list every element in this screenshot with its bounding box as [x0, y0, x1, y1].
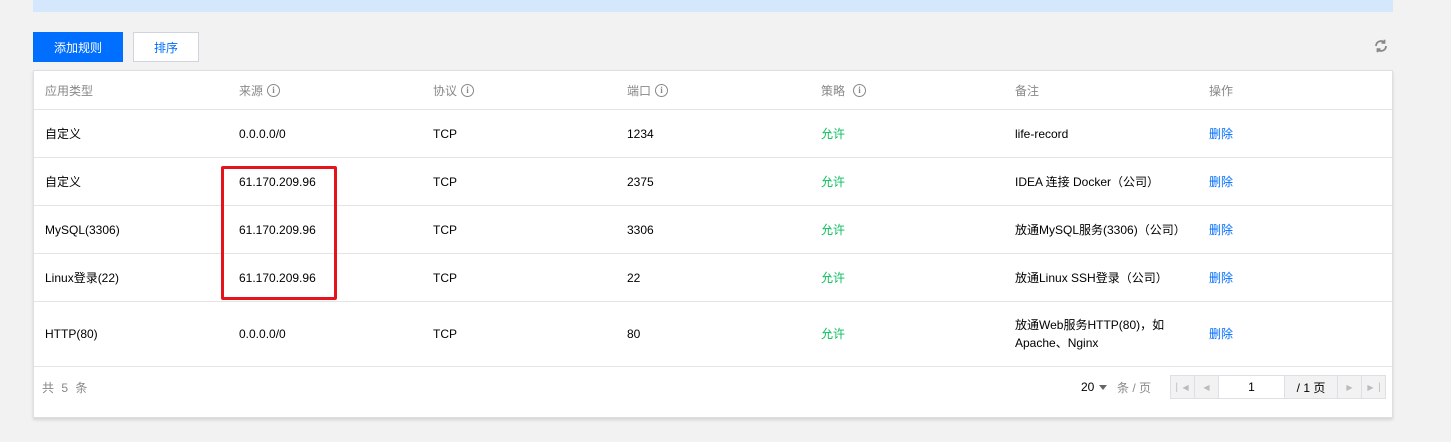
- total-pages: / 1 页: [1285, 376, 1337, 398]
- header-source: 来源 i: [239, 71, 281, 110]
- page-size-value: 20: [1081, 380, 1095, 394]
- cell-source: 61.170.209.96: [239, 270, 316, 285]
- refresh-icon[interactable]: [1373, 38, 1389, 54]
- table-row: 自定义 0.0.0.0/0 TCP 1234 允许 life-record 删除: [34, 110, 1392, 158]
- cell-protocol: TCP: [433, 270, 457, 285]
- table-row: HTTP(80) 0.0.0.0/0 TCP 80 允许 放通Web服务HTTP…: [34, 302, 1392, 367]
- cell-port: 80: [627, 327, 641, 341]
- cell-note: life-record: [1015, 126, 1069, 141]
- sort-button[interactable]: 排序: [133, 32, 199, 62]
- add-rule-button[interactable]: 添加规则: [33, 32, 123, 62]
- header-protocol: 协议 i: [433, 71, 475, 110]
- rules-table-panel: 应用类型 来源 i 协议 i 端口 i 策略 i 备注 操作 自定义 0.0.0.0/0…: [33, 70, 1393, 418]
- cell-app-type: MySQL(3306): [45, 222, 120, 237]
- info-icon[interactable]: i: [267, 84, 281, 97]
- delete-link[interactable]: 删除: [1209, 206, 1233, 253]
- cell-app-type: 自定义: [45, 126, 82, 141]
- delete-link[interactable]: 删除: [1209, 110, 1233, 157]
- cell-note: 放通Web服务HTTP(80)，如Apache、Nginx: [1015, 318, 1165, 350]
- cell-protocol: TCP: [433, 327, 457, 341]
- cell-protocol: TCP: [433, 174, 457, 189]
- table-row: 自定义 61.170.209.96 TCP 2375 允许 IDEA 连接 Do…: [34, 158, 1392, 206]
- per-page-label: 条 / 页: [1117, 380, 1152, 395]
- header-action: 操作: [1209, 84, 1234, 98]
- info-banner: [33, 0, 1393, 12]
- page-number-input[interactable]: [1219, 376, 1285, 398]
- cell-note: IDEA 连接 Docker（公司）: [1015, 174, 1160, 189]
- cell-protocol: TCP: [433, 222, 457, 237]
- table-row: MySQL(3306) 61.170.209.96 TCP 3306 允许 放通…: [34, 206, 1392, 254]
- cell-source: 61.170.209.96: [239, 222, 316, 237]
- table-header: 应用类型 来源 i 协议 i 端口 i 策略 i 备注 操作: [34, 71, 1392, 110]
- page-size-select[interactable]: 20: [1081, 367, 1108, 407]
- info-icon[interactable]: i: [655, 84, 669, 97]
- pagination: ▏◀ ◀ / 1 页 ▶ ▶▕: [1170, 375, 1386, 399]
- cell-policy: 允许: [821, 270, 846, 285]
- cell-port: 1234: [627, 126, 654, 141]
- header-note: 备注: [1015, 84, 1040, 98]
- table-footer: 共 5 条 20 条 / 页 ▏◀ ◀ / 1 页 ▶ ▶▕: [34, 367, 1392, 417]
- total-count: 共 5 条: [42, 380, 90, 395]
- cell-note: 放通MySQL服务(3306)（公司）: [1015, 222, 1186, 237]
- last-page-icon[interactable]: ▶▕: [1361, 376, 1385, 398]
- cell-policy: 允许: [821, 126, 846, 141]
- header-app-type: 应用类型: [45, 84, 94, 98]
- prev-page-icon[interactable]: ◀: [1195, 376, 1219, 398]
- cell-app-type: 自定义: [45, 174, 82, 189]
- cell-source: 61.170.209.96: [239, 174, 316, 189]
- cell-app-type: Linux登录(22): [45, 270, 120, 285]
- cell-source: 0.0.0.0/0: [239, 327, 286, 341]
- info-icon[interactable]: i: [461, 84, 475, 97]
- info-icon[interactable]: i: [853, 84, 867, 97]
- header-policy: 策略 i: [821, 71, 867, 110]
- header-port: 端口 i: [627, 71, 669, 110]
- cell-port: 22: [627, 270, 641, 285]
- chevron-down-icon: [1099, 384, 1108, 390]
- cell-source: 0.0.0.0/0: [239, 126, 286, 141]
- first-page-icon[interactable]: ▏◀: [1171, 376, 1195, 398]
- delete-link[interactable]: 删除: [1209, 254, 1233, 301]
- cell-policy: 允许: [821, 222, 846, 237]
- table-row: Linux登录(22) 61.170.209.96 TCP 22 允许 放通Li…: [34, 254, 1392, 302]
- cell-app-type: HTTP(80): [45, 327, 98, 341]
- cell-policy: 允许: [821, 174, 846, 189]
- cell-protocol: TCP: [433, 126, 457, 141]
- next-page-icon[interactable]: ▶: [1337, 376, 1361, 398]
- toolbar: 添加规则 排序: [33, 32, 1393, 62]
- delete-link[interactable]: 删除: [1209, 158, 1233, 205]
- cell-port: 2375: [627, 174, 654, 189]
- delete-link[interactable]: 删除: [1209, 302, 1233, 366]
- cell-note: 放通Linux SSH登录（公司）: [1015, 270, 1168, 285]
- cell-port: 3306: [627, 222, 654, 237]
- cell-policy: 允许: [821, 327, 846, 341]
